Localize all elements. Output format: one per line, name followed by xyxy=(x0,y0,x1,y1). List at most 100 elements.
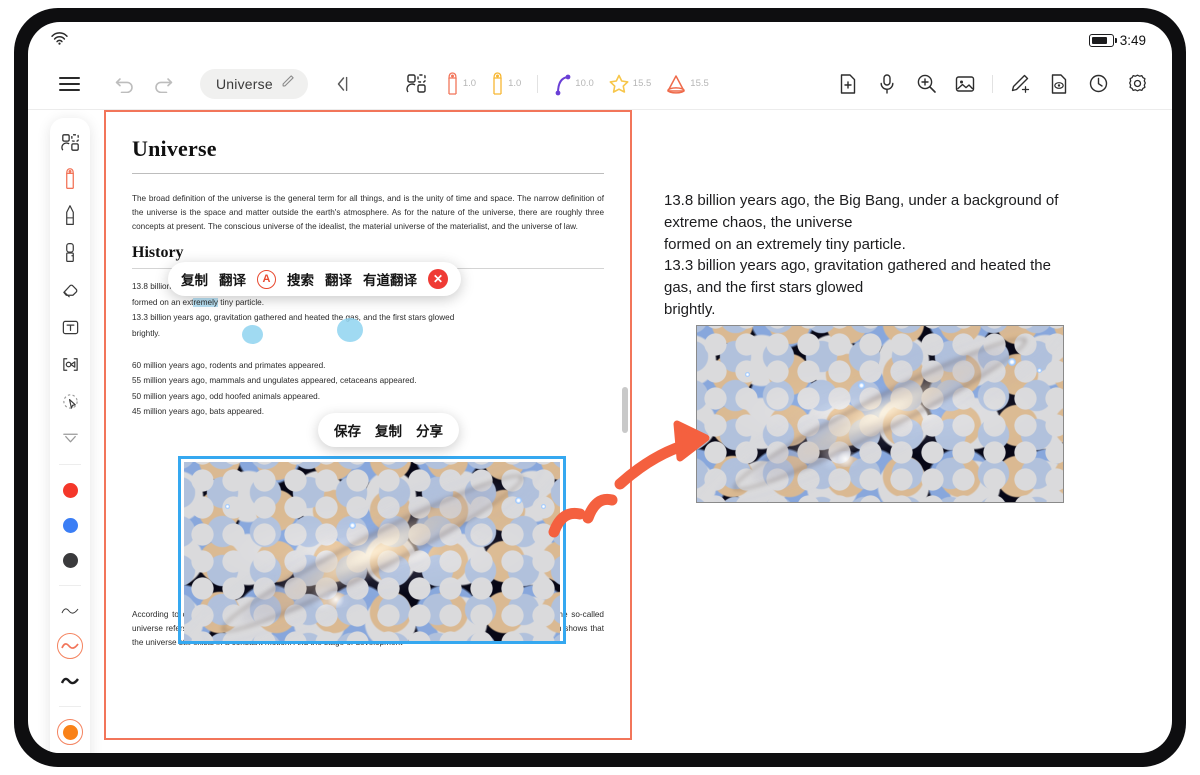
cone-shape-tool[interactable]: 15.5 xyxy=(662,73,712,95)
andromeda-galaxy-image-copy[interactable] xyxy=(696,325,1064,503)
color-dot xyxy=(62,517,78,533)
stroke-width-thick[interactable] xyxy=(57,668,83,694)
toolbar-divider-right xyxy=(992,74,993,93)
sidebar-item-pen-tool[interactable] xyxy=(55,165,85,193)
signature-pen-button[interactable] xyxy=(1003,67,1037,101)
selection-edge-top xyxy=(178,456,566,459)
redo-button[interactable] xyxy=(146,67,180,101)
color-dot xyxy=(62,724,78,740)
menu-item-search[interactable]: 搜索 xyxy=(287,269,314,289)
note-line-3: formed on an extremely tiny particle. xyxy=(664,235,906,253)
stroke-width-medium[interactable] xyxy=(57,633,83,659)
menu-item-youdao-translate[interactable]: 有道翻译 xyxy=(363,269,417,289)
shapes-button[interactable] xyxy=(400,67,434,101)
color-swatch-blue[interactable] xyxy=(57,512,83,538)
toolbar-left-group: Universe 1.0 1.0 10.0 15.5 15.5 xyxy=(52,67,712,101)
history-clock-icon xyxy=(1089,74,1107,93)
document-title-pill[interactable]: Universe xyxy=(200,68,308,99)
settings-button[interactable] xyxy=(1120,67,1154,101)
pen-icon xyxy=(66,168,74,189)
document-line-5: 60 million years ago, rodents and primat… xyxy=(132,360,326,370)
zoom-in-button[interactable] xyxy=(909,67,943,101)
sidebar-item-shape-tool[interactable] xyxy=(55,128,85,156)
pen-tool-yellow[interactable]: 1.0 xyxy=(487,71,524,97)
cone-size-label: 15.5 xyxy=(690,78,709,89)
text-box-icon xyxy=(62,320,78,334)
add-page-button[interactable] xyxy=(831,67,865,101)
note-line-2: extreme chaos, the universe xyxy=(664,213,853,231)
selection-blob-right xyxy=(337,318,363,342)
curve-tool-purple[interactable]: 10.0 xyxy=(551,72,597,96)
pen-size-label: 1.0 xyxy=(462,78,477,89)
status-right-group: 3:49 xyxy=(1088,33,1146,48)
top-toolbar: Universe 1.0 1.0 10.0 15.5 15.5 xyxy=(28,58,1172,110)
hamburger-menu-button[interactable] xyxy=(52,67,86,101)
text-context-menu[interactable]: 复制 翻译 A 搜索 翻译 有道翻译 ✕ xyxy=(168,262,461,296)
star-size-label: 15.5 xyxy=(632,78,652,89)
shapes-icon xyxy=(406,74,427,93)
insert-image-button[interactable] xyxy=(948,67,982,101)
selection-edge-left xyxy=(178,456,181,644)
stroke-width-thin[interactable] xyxy=(57,598,83,624)
document-title-text: Universe xyxy=(216,75,273,92)
settings-gear-icon xyxy=(1128,74,1146,92)
image-frame-icon xyxy=(62,357,78,371)
star-shape-tool[interactable]: 15.5 xyxy=(605,73,655,95)
selection-edge-bottom xyxy=(178,641,566,644)
pen-tool-orange[interactable]: 1.0 xyxy=(442,71,479,97)
collapse-panel-button[interactable] xyxy=(326,67,360,101)
close-icon[interactable]: ✕ xyxy=(428,269,448,289)
annotate-a-icon[interactable]: A xyxy=(257,269,276,289)
microphone-icon xyxy=(880,73,894,94)
document-preview-icon xyxy=(1051,73,1067,94)
line-2-highlight: remely xyxy=(193,297,219,307)
menu-item-translate[interactable]: 翻译 xyxy=(219,269,246,289)
wifi-icon xyxy=(50,31,69,50)
undo-button[interactable] xyxy=(108,67,142,101)
menu-item-save[interactable]: 保存 xyxy=(334,420,361,440)
add-page-icon xyxy=(840,73,856,94)
status-bar: 3:49 xyxy=(28,22,1172,58)
bright-star xyxy=(744,371,750,377)
sidebar-item-collapse[interactable] xyxy=(55,424,85,452)
redo-icon xyxy=(155,78,173,93)
color-dot xyxy=(62,552,78,568)
tablet-device-frame: 3:49 Universe 1.0 1.0 10.0 15.5 15.5 Uni… xyxy=(14,8,1186,767)
bright-star xyxy=(514,496,522,504)
menu-item-share[interactable]: 分享 xyxy=(416,420,443,440)
document-line-3: 13.3 billion years ago, gravitation gath… xyxy=(132,313,455,323)
sidebar-item-eraser-tool[interactable] xyxy=(55,276,85,304)
history-button[interactable] xyxy=(1081,67,1115,101)
zoom-in-icon xyxy=(917,74,936,93)
document-line-2: formed on an extremely tiny particle. xyxy=(132,295,604,311)
sidebar-item-pencil-tool[interactable] xyxy=(55,202,85,230)
pencil-edit-icon[interactable] xyxy=(280,74,295,94)
annotation-arrow xyxy=(548,420,710,538)
color-swatch-black[interactable] xyxy=(57,547,83,573)
sidebar-item-marker-tool[interactable] xyxy=(55,239,85,267)
sidebar-item-image-tool[interactable] xyxy=(55,350,85,378)
sidebar-item-lasso-select-tool[interactable] xyxy=(55,387,85,415)
shapes-icon xyxy=(60,133,79,151)
menu-item-copy[interactable]: 复制 xyxy=(181,269,208,289)
toolbar-tools-group: 1.0 1.0 10.0 15.5 15.5 xyxy=(400,67,712,101)
document-preview-button[interactable] xyxy=(1042,67,1076,101)
cone-icon xyxy=(667,74,686,94)
sidebar-item-text-tool[interactable] xyxy=(55,313,85,341)
color-swatch-red[interactable] xyxy=(57,477,83,503)
document-paragraph-1: The broad definition of the universe is … xyxy=(132,194,604,232)
signature-pen-icon xyxy=(1011,74,1030,93)
microphone-button[interactable] xyxy=(870,67,904,101)
menu-item-translate-2[interactable]: 翻译 xyxy=(325,269,352,289)
document-line-4: brightly. xyxy=(132,329,161,339)
pen-icon xyxy=(448,71,457,95)
note-line-1: 13.8 billion years ago, the Big Bang, un… xyxy=(664,192,1059,209)
eraser-icon xyxy=(62,284,77,298)
rail-divider xyxy=(59,464,81,465)
color-swatch-orange[interactable] xyxy=(57,719,83,745)
pasted-note-text[interactable]: 13.8 billion years ago, the Big Bang, un… xyxy=(664,190,1084,321)
menu-item-copy-image[interactable]: 复制 xyxy=(375,420,402,440)
document-line-6: 55 million years ago, mammals and ungula… xyxy=(132,376,417,386)
image-context-menu[interactable]: 保存 复制 分享 xyxy=(318,413,459,447)
andromeda-galaxy-image[interactable] xyxy=(184,462,560,644)
